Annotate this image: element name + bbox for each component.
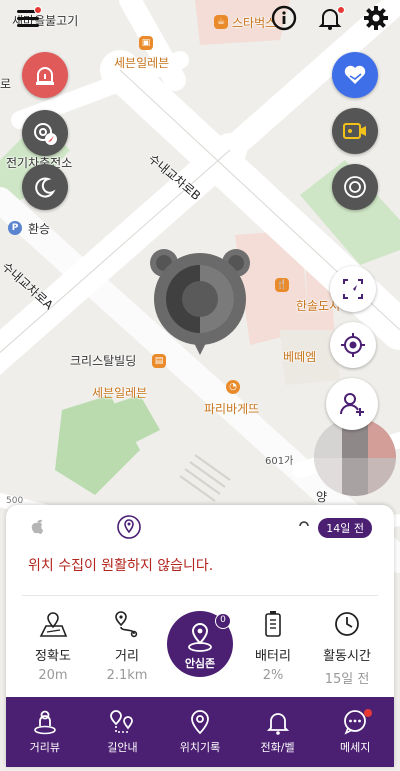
distance-route-icon: [115, 611, 138, 638]
bell-icon: [266, 713, 289, 735]
siren-icon: [36, 67, 54, 85]
stat-battery[interactable]: 배터리 2%: [238, 609, 308, 683]
cafe-poi-icon: ☕: [214, 15, 228, 29]
gear-icon: [364, 6, 388, 30]
notification-dot: [337, 6, 345, 14]
notifications-button[interactable]: [316, 4, 345, 32]
map-label-601: 601가: [265, 456, 294, 467]
care-button[interactable]: [332, 52, 378, 98]
compass-target-icon: [34, 123, 57, 145]
stat-activity-time[interactable]: 활동시간 15일 전: [312, 609, 382, 687]
map-label-transfer: 환승: [28, 222, 51, 236]
tab-directions[interactable]: 길안내: [84, 697, 162, 767]
tab-messages[interactable]: 메세지: [316, 697, 394, 767]
map-label-bebem: 베떼엠: [283, 350, 317, 364]
message-notification-dot: [363, 709, 372, 717]
navigate-arrow-icon: [343, 279, 363, 299]
face-scan-button[interactable]: [332, 164, 378, 210]
map-label-seven-top: 세븐일레븐: [114, 56, 170, 70]
tab-street-view[interactable]: 거리뷰: [6, 697, 84, 767]
settings-button[interactable]: [362, 4, 390, 32]
safezone-count-badge: 0: [215, 613, 231, 629]
tab-call-bell[interactable]: 전화/벨: [239, 697, 317, 767]
panel-header: 14일 전: [6, 505, 394, 545]
info-icon: [271, 5, 297, 31]
battery-value: 2%: [262, 668, 284, 683]
clock-icon: [335, 612, 359, 636]
map-label-ro: 로: [0, 77, 12, 91]
user-location-marker[interactable]: [150, 243, 250, 363]
store-poi-icon: ▣: [139, 36, 153, 50]
panel-divider: [22, 595, 378, 596]
distance-label: 거리: [115, 649, 139, 664]
my-location-button[interactable]: [330, 322, 376, 368]
geofence-icon: [117, 515, 141, 539]
activity-value: 15일 전: [324, 672, 370, 687]
directions-button[interactable]: [330, 266, 376, 312]
bakery-poi-icon: ◔: [226, 380, 240, 394]
location-warning-text: 위치 수집이 원활하지 않습니다.: [28, 558, 214, 574]
night-mode-button[interactable]: [22, 164, 68, 210]
location-history-icon: [191, 710, 209, 735]
stat-accuracy[interactable]: 정확도 20m: [18, 609, 88, 683]
accuracy-map-icon: [39, 612, 68, 637]
activity-label: 활동시간: [323, 649, 371, 664]
tab-street-view-label: 거리뷰: [29, 741, 60, 754]
crosshair-icon: [341, 333, 365, 357]
stat-distance[interactable]: 거리 2.1km: [92, 609, 162, 683]
apple-icon: [31, 519, 43, 534]
tab-messages-label: 메세지: [339, 741, 371, 754]
distance-value: 2.1km: [106, 668, 148, 683]
menu-notification-dot: [34, 6, 42, 14]
moon-icon: [35, 177, 56, 198]
heart-hand-icon: [344, 65, 366, 84]
safezone-pin-icon: [188, 622, 212, 652]
emergency-button[interactable]: [22, 52, 68, 98]
add-user-icon: [340, 393, 364, 416]
street-view-icon: [33, 710, 56, 735]
restaurant-poi-icon: 🍴: [275, 278, 289, 292]
tab-directions-label: 길안내: [107, 741, 138, 754]
battery-icon: [265, 611, 281, 637]
route-icon: [110, 710, 134, 733]
info-button[interactable]: [270, 4, 298, 32]
location-track-button[interactable]: [22, 110, 68, 156]
video-camera-icon: [343, 123, 366, 139]
bottom-tab-bar: 거리뷰 길안내 위치기록 전화/벨 메세지: [6, 697, 394, 767]
face-scan-icon: [344, 176, 366, 198]
map-label-crystal: 크리스탈빌딩: [70, 354, 137, 368]
add-user-button[interactable]: [326, 378, 378, 430]
battery-label: 배터리: [255, 649, 291, 664]
menu-button[interactable]: [14, 4, 42, 32]
map-label-seven-bottom: 세븐일레븐: [92, 386, 148, 400]
accuracy-label: 정확도: [35, 649, 71, 664]
tab-location-history-label: 위치기록: [179, 741, 221, 754]
map-label-paris: 파리바게뜨: [204, 402, 260, 416]
tab-call-bell-label: 전화/벨: [260, 741, 295, 754]
last-update-badge: 14일 전: [318, 518, 372, 538]
accuracy-value: 20m: [38, 668, 68, 683]
camera-button[interactable]: [332, 108, 378, 154]
parking-poi-icon: P: [8, 221, 22, 235]
safezone-label: 안심존: [184, 657, 216, 670]
loading-spinner-icon: [299, 521, 309, 527]
tab-location-history[interactable]: 위치기록: [161, 697, 239, 767]
